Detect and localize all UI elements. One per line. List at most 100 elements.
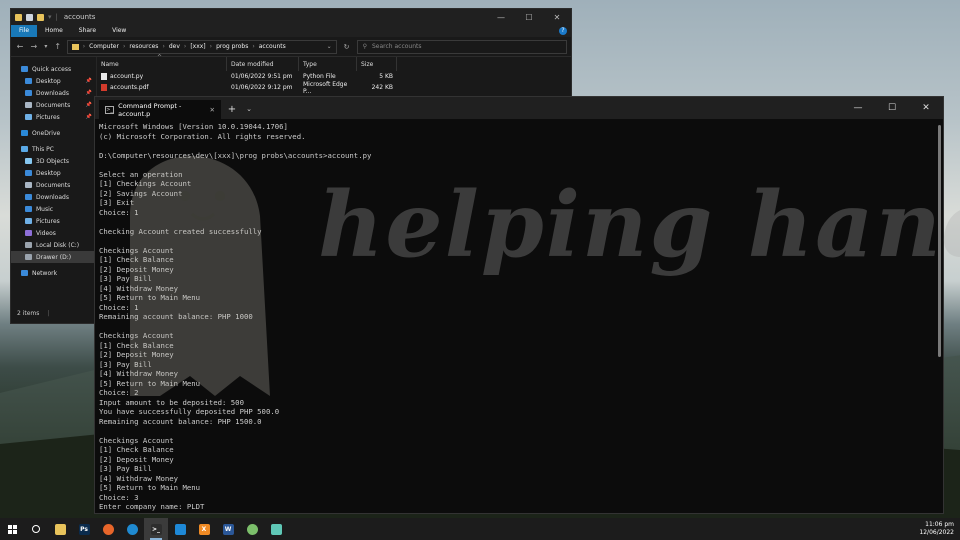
- close-icon[interactable]: ✕: [543, 13, 571, 22]
- chevron-down-icon[interactable]: ⌄: [327, 43, 332, 50]
- sidebar-item-3d-objects[interactable]: 3D Objects: [11, 155, 96, 167]
- tab-file[interactable]: File: [11, 25, 38, 37]
- breadcrumb-computer[interactable]: Computer: [89, 43, 119, 50]
- explorer-window-title: accounts: [63, 13, 96, 21]
- pin-icon: 📌: [85, 102, 92, 108]
- breadcrumb-prog-probs[interactable]: prog probs: [216, 43, 248, 50]
- minimize-icon[interactable]: —: [487, 13, 515, 22]
- sidebar-item-pictures[interactable]: Pictures 📌: [11, 111, 96, 123]
- cube-icon: [25, 158, 32, 164]
- sidebar-item-label: Network: [32, 269, 58, 277]
- file-size: 5 KB: [379, 73, 393, 80]
- file-explorer-icon: [54, 523, 66, 535]
- network-icon: [21, 270, 28, 276]
- search-placeholder: Search accounts: [371, 43, 422, 50]
- photoshop-icon: Ps: [78, 523, 90, 535]
- tab-home[interactable]: Home: [37, 25, 71, 37]
- terminal-icon: >_: [150, 523, 162, 535]
- sidebar-item-desktop[interactable]: Desktop 📌: [11, 75, 96, 87]
- sidebar-item-documents[interactable]: Documents 📌: [11, 99, 96, 111]
- sidebar-item-label: Desktop: [36, 77, 61, 85]
- explorer-title-bar[interactable]: ▾ | accounts — ☐ ✕: [11, 9, 571, 25]
- taskbar-word-button[interactable]: W: [216, 518, 240, 540]
- sidebar-item-label: OneDrive: [32, 129, 61, 137]
- column-date-modified[interactable]: Date modified: [227, 57, 299, 71]
- notes-icon: [270, 523, 282, 535]
- search-input[interactable]: ⚲ Search accounts: [356, 39, 567, 54]
- taskbar-app-button[interactable]: [240, 518, 264, 540]
- sidebar-item-drawer-d[interactable]: Drawer (D:): [11, 251, 96, 263]
- taskbar-file-explorer-button[interactable]: [48, 518, 72, 540]
- close-icon[interactable]: ✕: [909, 97, 943, 119]
- videos-icon: [25, 230, 32, 236]
- ribbon-tabs: File Home Share View ?: [11, 25, 571, 37]
- column-type[interactable]: Type: [299, 57, 357, 71]
- properties-icon[interactable]: [26, 13, 33, 21]
- drive-icon: [25, 242, 32, 248]
- back-arrow-icon[interactable]: ←: [15, 42, 25, 51]
- clock-date: 12/06/2022: [919, 529, 954, 536]
- sidebar-item-label: Documents: [36, 101, 71, 109]
- breadcrumb-accounts[interactable]: accounts: [259, 43, 286, 50]
- pictures-icon: [25, 218, 32, 224]
- taskbar-clock[interactable]: 11:06 pm 12/06/2022: [919, 521, 960, 537]
- sidebar-item-quick-access[interactable]: Quick access: [11, 63, 96, 75]
- help-icon[interactable]: ?: [559, 27, 567, 35]
- sidebar-item-label: 3D Objects: [36, 157, 70, 165]
- up-arrow-icon[interactable]: ↑: [53, 42, 63, 51]
- maximize-icon[interactable]: ☐: [875, 97, 909, 119]
- sidebar-item-label: Downloads: [36, 193, 69, 201]
- address-toolbar: ← → ▾ ↑ › Computer › resources › dev › […: [11, 37, 571, 57]
- sidebar-item-music[interactable]: Music: [11, 203, 96, 215]
- sidebar-item-videos[interactable]: Videos: [11, 227, 96, 239]
- file-row[interactable]: accounts.pdf 01/06/2022 9:12 pm Microsoft …: [97, 80, 571, 95]
- file-name: account.py: [110, 73, 144, 80]
- sidebar-item-label: Quick access: [32, 65, 72, 73]
- breadcrumb-xxx[interactable]: [xxx]: [190, 43, 205, 50]
- sidebar-item-local-disk-c[interactable]: Local Disk (C:): [11, 239, 96, 251]
- refresh-icon[interactable]: ↻: [341, 43, 353, 51]
- forward-arrow-icon[interactable]: →: [29, 42, 39, 51]
- drive-icon: [25, 254, 32, 260]
- taskbar-edge-button[interactable]: [120, 518, 144, 540]
- sidebar-item-onedrive[interactable]: OneDrive: [11, 127, 96, 139]
- sidebar-item-pictures[interactable]: Pictures: [11, 215, 96, 227]
- taskbar-photoshop-button[interactable]: Ps: [72, 518, 96, 540]
- breadcrumb-dev[interactable]: dev: [169, 43, 180, 50]
- taskbar-terminal-button[interactable]: >_: [144, 518, 168, 540]
- new-folder-icon[interactable]: [37, 13, 44, 21]
- sidebar-item-desktop[interactable]: Desktop: [11, 167, 96, 179]
- taskbar-firefox-button[interactable]: [96, 518, 120, 540]
- ghost-watermark-icon: [130, 156, 270, 396]
- breadcrumb-resources[interactable]: resources: [129, 43, 158, 50]
- star-icon: [21, 66, 28, 72]
- maximize-icon[interactable]: ☐: [515, 13, 543, 22]
- sidebar-item-downloads[interactable]: Downloads: [11, 191, 96, 203]
- taskbar-notes-button[interactable]: [264, 518, 288, 540]
- sidebar-item-downloads[interactable]: Downloads 📌: [11, 87, 96, 99]
- recent-locations-icon[interactable]: ▾: [43, 43, 49, 50]
- start-button[interactable]: [0, 518, 24, 540]
- sidebar-item-label: Pictures: [36, 217, 60, 225]
- column-size[interactable]: Size: [357, 57, 397, 71]
- watermark-text: helping hand: [318, 172, 960, 278]
- tab-view[interactable]: View: [104, 25, 134, 37]
- taskbar-xampp-button[interactable]: X: [192, 518, 216, 540]
- taskbar-vscode-button[interactable]: [168, 518, 192, 540]
- tab-share[interactable]: Share: [71, 25, 104, 37]
- sidebar-item-label: This PC: [32, 145, 54, 153]
- sidebar-item-documents[interactable]: Documents: [11, 179, 96, 191]
- title-separator: |: [55, 13, 58, 21]
- pin-icon: 📌: [85, 114, 92, 120]
- sidebar-item-this-pc[interactable]: This PC: [11, 143, 96, 155]
- sidebar-item-network[interactable]: Network: [11, 267, 96, 279]
- quick-access-dropdown-icon[interactable]: ▾: [48, 13, 52, 21]
- taskbar-search-button[interactable]: [24, 518, 48, 540]
- sidebar-item-label: Drawer (D:): [36, 253, 72, 261]
- minimize-icon[interactable]: —: [841, 97, 875, 119]
- file-type: Microsoft Edge P...: [303, 80, 348, 95]
- sidebar-item-label: Videos: [36, 229, 56, 237]
- sidebar-item-label: Local Disk (C:): [36, 241, 80, 249]
- address-bar[interactable]: › Computer › resources › dev › [xxx] › p…: [66, 39, 337, 54]
- folder-icon: [15, 13, 22, 21]
